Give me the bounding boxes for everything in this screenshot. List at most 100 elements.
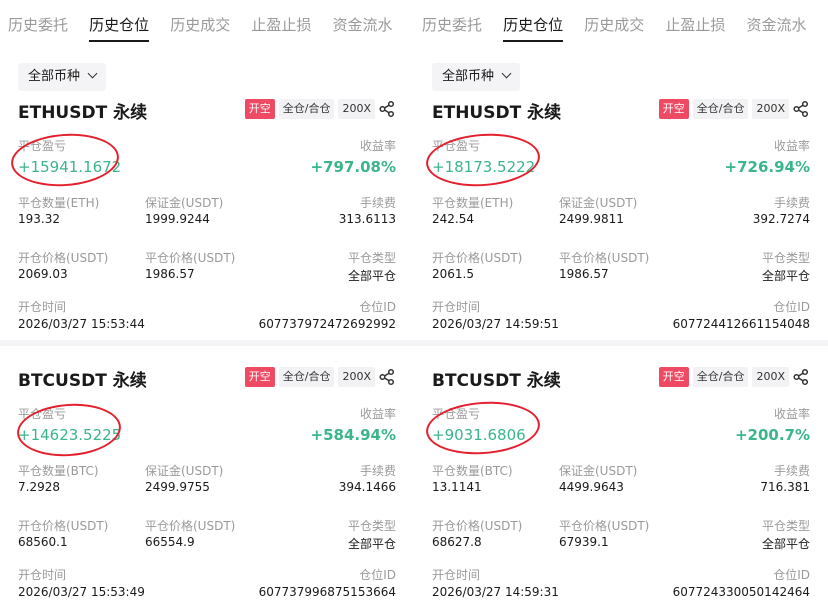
coin-filter-dropdown[interactable]: 全部币种: [18, 63, 107, 91]
margin-value: 2499.9811: [559, 212, 624, 226]
rate-label: 收益率: [773, 139, 810, 153]
share-icon[interactable]: [378, 100, 396, 118]
tab-fund-flow[interactable]: 资金流水: [332, 14, 392, 36]
card-divider: [414, 340, 828, 346]
tab-tp-sl[interactable]: 止盈止损: [665, 14, 725, 36]
rate-value: +797.08%: [310, 158, 396, 176]
position-id-value: 607724412661154048: [672, 317, 810, 331]
tab-bar: 历史委托 历史仓位 历史成交 止盈止损 资金流水: [8, 14, 414, 42]
close-type-value: 全部平仓: [761, 269, 810, 283]
open-time-label: 开仓时间: [432, 300, 481, 314]
position-id-label: 仓位ID: [359, 300, 396, 314]
open-price-value: 2069.03: [18, 267, 68, 281]
contract-title: ETHUSDT 永续: [18, 103, 148, 123]
coin-filter-label: 全部币种: [28, 69, 81, 84]
share-icon[interactable]: [792, 100, 810, 118]
position-id-label: 仓位ID: [773, 300, 810, 314]
margin-mode-tag: 全仓/合仓: [278, 367, 335, 387]
margin-mode-tag: 全仓/合仓: [692, 367, 749, 387]
position-id-value: 607737996875153664: [258, 585, 396, 599]
open-price-label: 开仓价格(USDT): [18, 251, 109, 265]
margin-label: 保证金(USDT): [145, 196, 224, 210]
coin-filter-label: 全部币种: [442, 69, 495, 84]
tag-row: 开空 全仓/合仓 200X: [241, 366, 396, 388]
position-card: BTCUSDT 永续 开空 全仓/合仓 200X 平仓盈亏 收益率 +9031.…: [414, 366, 828, 606]
share-icon[interactable]: [792, 368, 810, 386]
side-tag: 开空: [244, 99, 275, 119]
chevron-down-icon: [501, 68, 512, 79]
fee-value: 394.1466: [338, 480, 396, 494]
rate-label: 收益率: [359, 407, 396, 421]
rate-value: +584.94%: [310, 426, 396, 444]
margin-label: 保证金(USDT): [145, 464, 224, 478]
fee-label: 手续费: [359, 196, 396, 210]
side-tag: 开空: [658, 367, 689, 387]
open-price-value: 2061.5: [432, 267, 474, 281]
close-type-label: 平仓类型: [347, 519, 396, 533]
tab-tp-sl[interactable]: 止盈止损: [251, 14, 311, 36]
qty-value: 7.2928: [18, 480, 60, 494]
position-card: ETHUSDT 永续 开空 全仓/合仓 200X 平仓盈亏 收益率 +15941…: [0, 98, 414, 358]
rate-label: 收益率: [773, 407, 810, 421]
share-icon[interactable]: [378, 368, 396, 386]
close-type-value: 全部平仓: [347, 269, 396, 283]
left-panel: 历史委托 历史仓位 历史成交 止盈止损 资金流水 全部币种 ETHUSDT 永续…: [0, 0, 414, 606]
tag-row: 开空 全仓/合仓 200X: [241, 98, 396, 120]
close-price-value: 1986.57: [559, 267, 609, 281]
close-price-value: 67939.1: [559, 535, 609, 549]
close-type-label: 平仓类型: [761, 519, 810, 533]
position-id-label: 仓位ID: [773, 568, 810, 582]
fee-label: 手续费: [773, 196, 810, 210]
qty-label: 平仓数量(ETH): [432, 196, 514, 210]
tab-position-history[interactable]: 历史仓位: [503, 14, 564, 42]
margin-value: 1999.9244: [145, 212, 210, 226]
open-price-label: 开仓价格(USDT): [18, 519, 109, 533]
rate-label: 收益率: [359, 139, 396, 153]
contract-title: BTCUSDT 永续: [18, 371, 147, 391]
margin-mode-tag: 全仓/合仓: [278, 99, 335, 119]
fee-value: 392.7274: [752, 212, 810, 226]
qty-label: 平仓数量(ETH): [18, 196, 100, 210]
close-type-label: 平仓类型: [761, 251, 810, 265]
position-id-value: 607724330050142464: [672, 585, 810, 599]
qty-value: 13.1141: [432, 480, 482, 494]
leverage-tag: 200X: [752, 367, 789, 387]
close-price-label: 平仓价格(USDT): [559, 519, 650, 533]
close-price-label: 平仓价格(USDT): [559, 251, 650, 265]
contract-title: ETHUSDT 永续: [432, 103, 562, 123]
side-tag: 开空: [658, 99, 689, 119]
close-type-value: 全部平仓: [347, 537, 396, 551]
tag-row: 开空 全仓/合仓 200X: [655, 366, 810, 388]
qty-label: 平仓数量(BTC): [18, 464, 99, 478]
close-price-label: 平仓价格(USDT): [145, 519, 236, 533]
position-id-value: 607737972472692992: [258, 317, 396, 331]
tab-fund-flow[interactable]: 资金流水: [746, 14, 806, 36]
fee-value: 313.6113: [338, 212, 396, 226]
tab-order-history[interactable]: 历史委托: [8, 14, 68, 36]
qty-value: 193.32: [18, 212, 60, 226]
open-time-value: 2026/03/27 14:59:51: [432, 317, 559, 331]
tab-trade-history[interactable]: 历史成交: [170, 14, 230, 36]
tab-bar: 历史委托 历史仓位 历史成交 止盈止损 资金流水: [422, 14, 828, 42]
close-type-value: 全部平仓: [761, 537, 810, 551]
close-price-value: 66554.9: [145, 535, 195, 549]
coin-filter-dropdown[interactable]: 全部币种: [432, 63, 521, 91]
fee-label: 手续费: [359, 464, 396, 478]
position-id-label: 仓位ID: [359, 568, 396, 582]
margin-value: 4499.9643: [559, 480, 624, 494]
margin-value: 2499.9755: [145, 480, 210, 494]
margin-mode-tag: 全仓/合仓: [692, 99, 749, 119]
tab-order-history[interactable]: 历史委托: [422, 14, 482, 36]
open-time-value: 2026/03/27 15:53:44: [18, 317, 145, 331]
close-price-value: 1986.57: [145, 267, 195, 281]
open-price-label: 开仓价格(USDT): [432, 251, 523, 265]
close-type-label: 平仓类型: [347, 251, 396, 265]
rate-value: +726.94%: [724, 158, 810, 176]
leverage-tag: 200X: [752, 99, 789, 119]
tab-trade-history[interactable]: 历史成交: [584, 14, 644, 36]
leverage-tag: 200X: [338, 367, 375, 387]
contract-title: BTCUSDT 永续: [432, 371, 561, 391]
chevron-down-icon: [87, 68, 98, 79]
tab-position-history[interactable]: 历史仓位: [89, 14, 150, 42]
margin-label: 保证金(USDT): [559, 464, 638, 478]
